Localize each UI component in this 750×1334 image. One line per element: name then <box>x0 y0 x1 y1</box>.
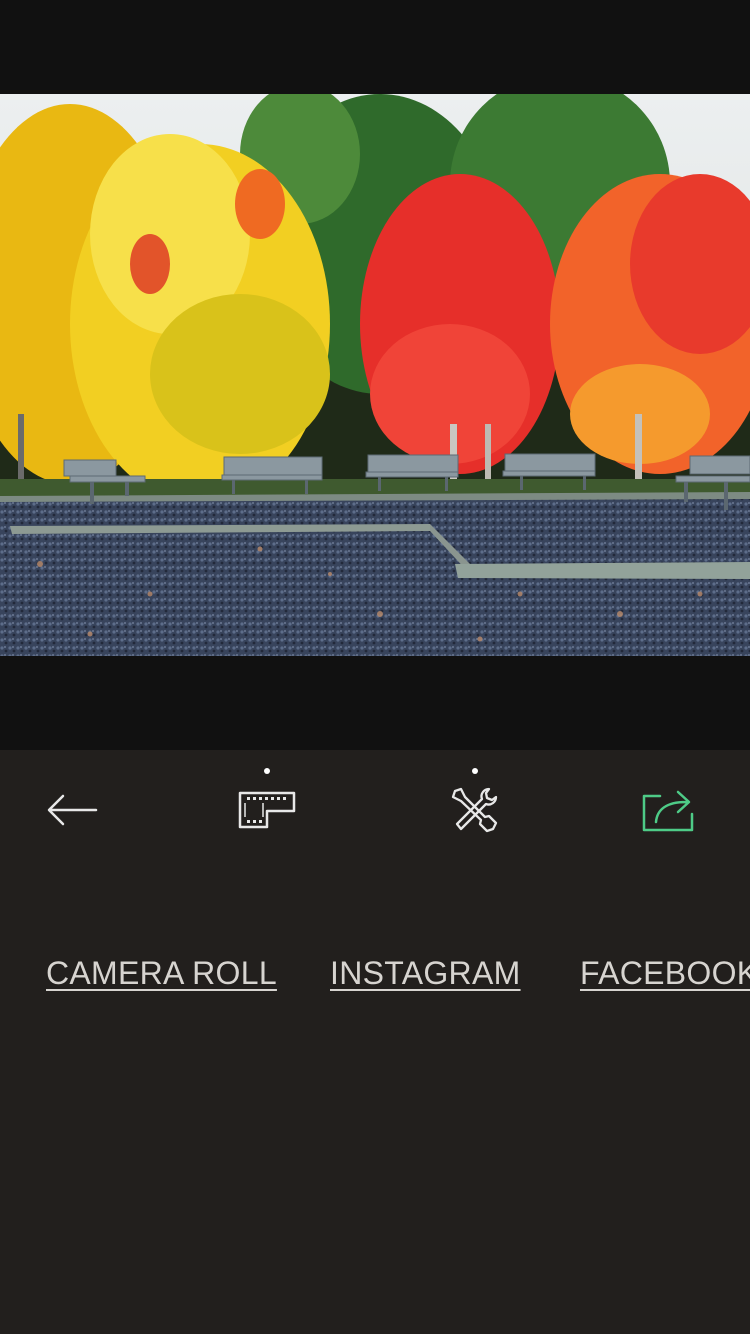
share-button[interactable] <box>633 780 703 840</box>
tools-icon <box>451 787 498 833</box>
editor-bottom-panel: CAMERA ROLL INSTAGRAM FACEBOOK <box>0 750 750 1334</box>
active-indicator-dot <box>264 768 270 774</box>
editor-toolbar <box>0 750 750 868</box>
facebook-link[interactable]: FACEBOOK <box>580 955 750 992</box>
instagram-link[interactable]: INSTAGRAM <box>330 955 521 992</box>
camera-roll-link[interactable]: CAMERA ROLL <box>46 955 277 992</box>
active-indicator-dot <box>472 768 478 774</box>
edited-photo <box>0 94 750 656</box>
tools-button[interactable] <box>440 768 510 840</box>
film-frame-icon <box>238 791 296 829</box>
share-targets: CAMERA ROLL INSTAGRAM FACEBOOK <box>0 955 750 1005</box>
share-icon <box>642 790 694 832</box>
back-button[interactable] <box>37 780 107 840</box>
back-arrow-icon <box>47 794 98 826</box>
film-filters-button[interactable] <box>232 768 302 840</box>
